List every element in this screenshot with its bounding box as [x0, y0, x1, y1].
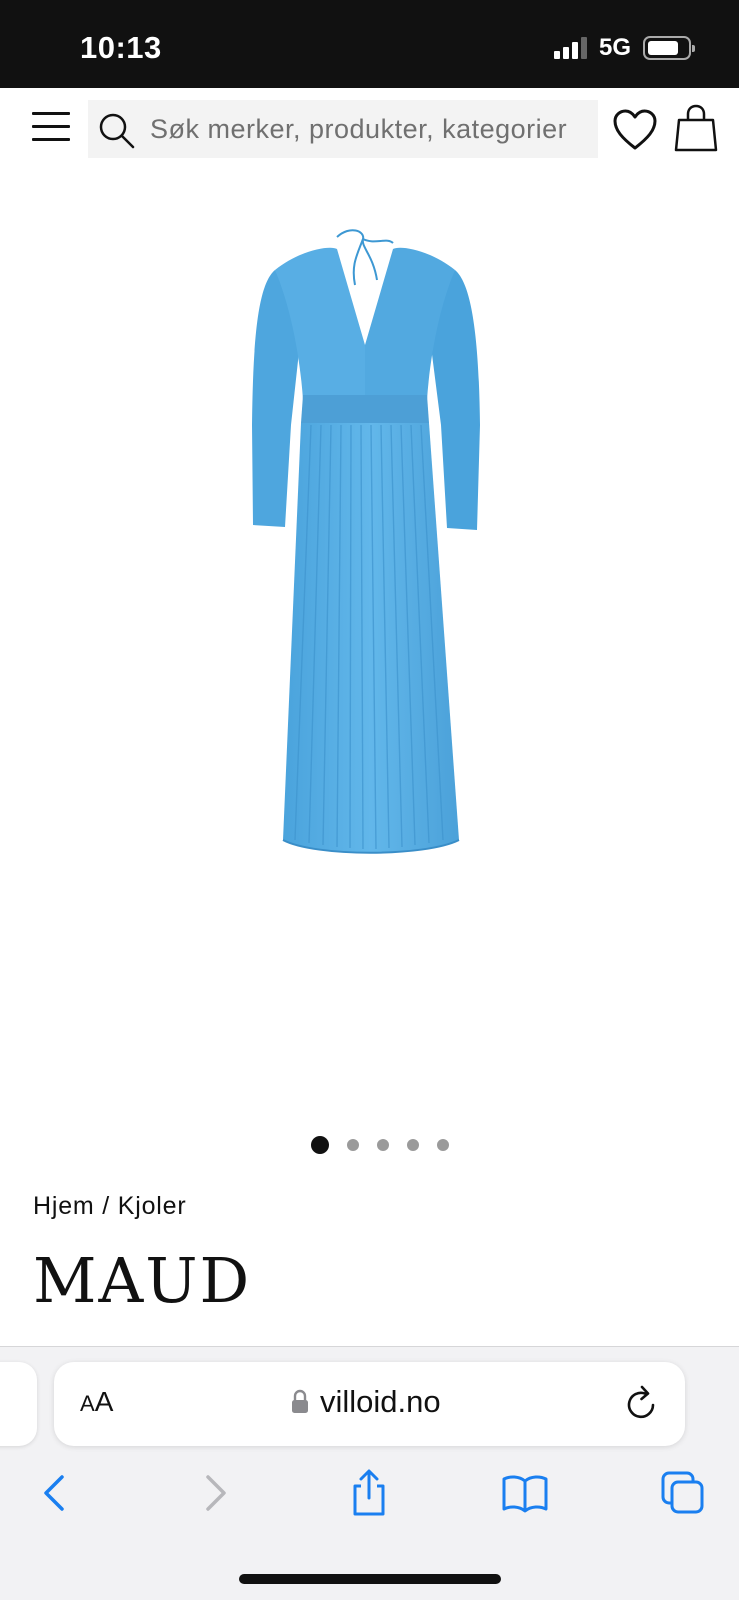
bookmarks-icon[interactable] — [498, 1466, 552, 1520]
status-indicators: 5G — [553, 34, 695, 62]
signal-icon — [553, 37, 587, 59]
tabs-icon[interactable] — [656, 1466, 710, 1520]
battery-icon — [643, 36, 695, 60]
status-time: 10:13 — [80, 30, 162, 65]
carousel-dot[interactable] — [346, 1139, 359, 1151]
text-size-button[interactable]: AA — [80, 1386, 113, 1418]
previous-tab-preview[interactable] — [0, 1362, 37, 1446]
hamburger-menu-icon[interactable] — [32, 112, 70, 146]
status-bar: 10:13 5G — [0, 0, 739, 88]
search-bar[interactable] — [88, 100, 598, 158]
forward-icon[interactable] — [188, 1466, 242, 1520]
lock-icon — [292, 1389, 308, 1413]
search-input[interactable] — [150, 100, 596, 158]
shopping-bag-icon[interactable] — [674, 104, 718, 154]
carousel-dot[interactable] — [310, 1136, 329, 1154]
search-icon — [99, 113, 135, 149]
heart-icon[interactable] — [612, 108, 658, 152]
address-bar[interactable]: AA villoid.no — [54, 1362, 685, 1446]
carousel-dot[interactable] — [436, 1139, 449, 1151]
url-text: villoid.no — [320, 1384, 441, 1419]
share-icon[interactable] — [342, 1466, 396, 1520]
network-type: 5G — [598, 34, 631, 61]
product-image[interactable] — [125, 225, 605, 925]
carousel-dot[interactable] — [406, 1139, 419, 1151]
browser-toolbar — [0, 1466, 739, 1536]
reload-icon[interactable] — [623, 1384, 661, 1424]
breadcrumb[interactable]: Hjem / Kjoler — [33, 1192, 187, 1221]
brand-name[interactable]: MAUD — [33, 1250, 251, 1312]
back-icon[interactable] — [28, 1466, 82, 1520]
image-carousel-dots — [0, 1136, 739, 1154]
url-display[interactable]: villoid.no — [290, 1384, 441, 1420]
home-indicator — [239, 1574, 501, 1584]
carousel-dot[interactable] — [376, 1139, 389, 1151]
